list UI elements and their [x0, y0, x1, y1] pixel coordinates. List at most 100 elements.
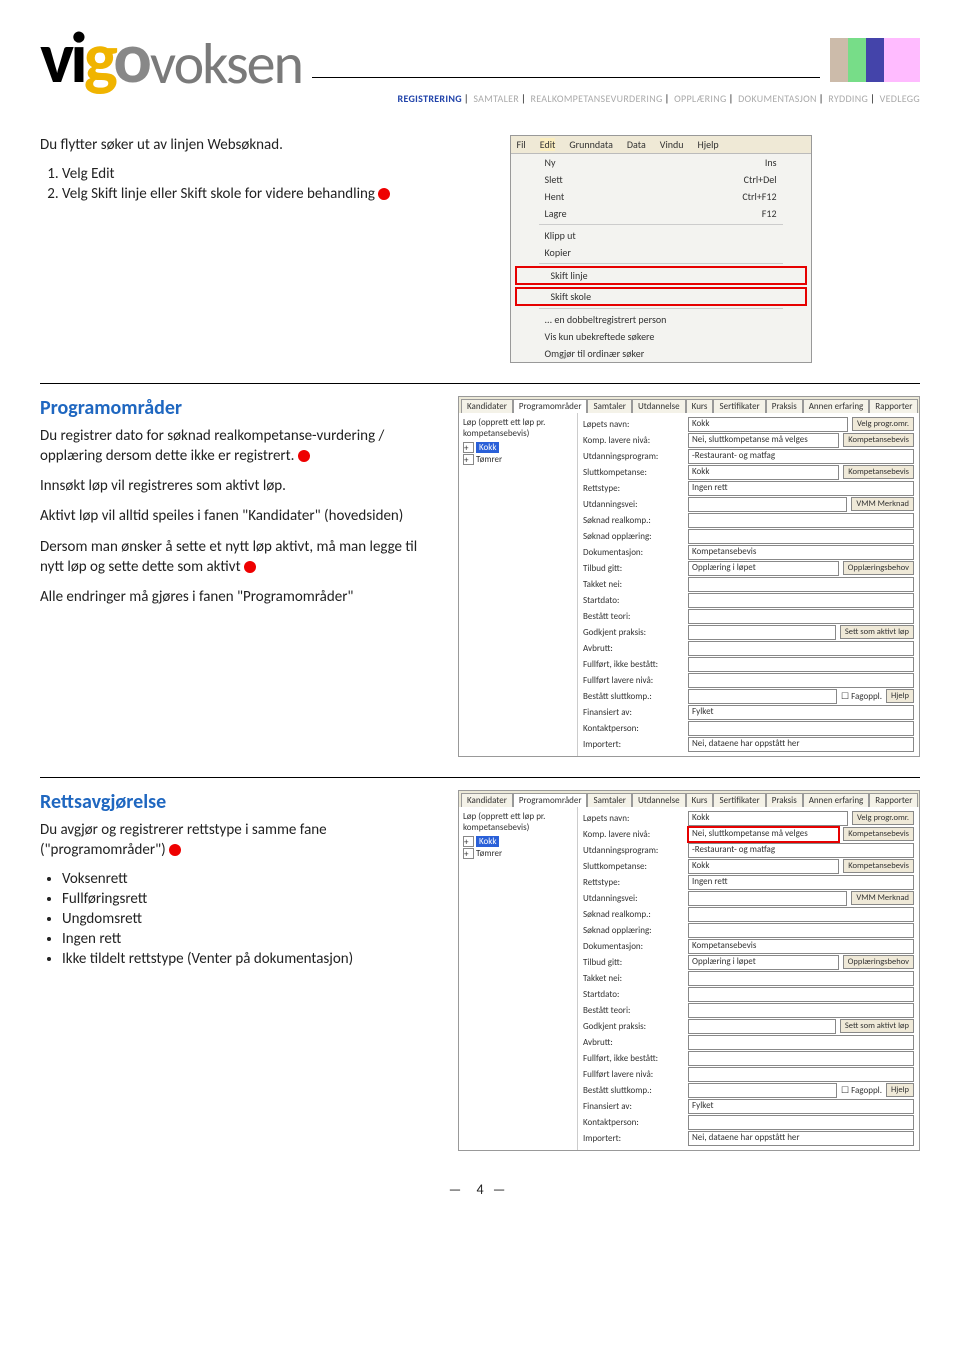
field-value[interactable]: Nei, dataene har oppstått her — [688, 737, 914, 752]
tab[interactable]: Samtaler — [587, 793, 631, 807]
field-value[interactable]: Kokk — [688, 811, 848, 826]
fagoppl-checkbox[interactable]: ☐ Fagoppl. — [841, 691, 882, 702]
tab[interactable]: Sertifikater — [713, 793, 765, 807]
side-button[interactable]: VMM Merknad — [851, 891, 914, 905]
tab[interactable]: Praksis — [766, 793, 803, 807]
side-button[interactable]: Kompetansebevis — [843, 827, 914, 841]
tab[interactable]: Utdannelse — [632, 793, 686, 807]
tree-item[interactable]: +Tømrer — [463, 848, 573, 859]
field-value[interactable] — [688, 907, 914, 922]
menu-row-highlighted[interactable]: Skift linje — [515, 266, 807, 285]
menu-row[interactable]: Omgjør til ordinær søker — [511, 345, 811, 362]
field-value[interactable] — [688, 891, 847, 906]
field-value[interactable] — [688, 577, 914, 592]
side-button[interactable]: Hjelp — [886, 1083, 914, 1097]
field-value[interactable] — [688, 673, 914, 688]
field-value[interactable]: -Restaurant- og matfag — [688, 449, 914, 464]
field-value[interactable]: Kokk — [688, 859, 839, 874]
field-value[interactable] — [688, 497, 847, 512]
form-row: Dokumentasjon:Kompetansebevis — [583, 939, 914, 954]
tab[interactable]: Programområder — [513, 399, 588, 413]
field-value[interactable] — [688, 641, 914, 656]
field-value[interactable]: Nei, sluttkompetanse må velges — [688, 827, 839, 842]
menu-item[interactable]: Fil — [517, 138, 526, 151]
menu-item[interactable]: Vindu — [660, 138, 684, 151]
menu-item[interactable]: Edit — [540, 138, 556, 151]
field-value[interactable]: Fylket — [688, 705, 914, 720]
field-value[interactable]: Nei, dataene har oppstått her — [688, 1131, 914, 1146]
tab[interactable]: Kandidater — [461, 399, 513, 413]
menu-row[interactable]: ... en dobbeltregistrert person — [511, 311, 811, 328]
field-value[interactable]: Ingen rett — [688, 875, 914, 890]
fagoppl-checkbox[interactable]: ☐ Fagoppl. — [841, 1085, 882, 1096]
side-button[interactable]: Velg progr.omr. — [852, 811, 914, 825]
tab[interactable]: Praksis — [766, 399, 803, 413]
logo-o: o — [113, 14, 148, 102]
tab[interactable]: Kurs — [686, 793, 714, 807]
menu-item[interactable]: Data — [627, 138, 646, 151]
side-button[interactable]: Opplæringsbehov — [843, 955, 914, 969]
side-button[interactable]: Opplæringsbehov — [843, 561, 914, 575]
tab[interactable]: Programområder — [513, 793, 588, 807]
tab[interactable]: Utdannelse — [632, 399, 686, 413]
side-button[interactable]: Kompetansebevis — [843, 465, 914, 479]
side-button[interactable]: Kompetansebevis — [843, 433, 914, 447]
field-value[interactable]: Fylket — [688, 1099, 914, 1114]
field-value[interactable] — [688, 923, 914, 938]
field-value[interactable]: Kompetansebevis — [688, 939, 914, 954]
field-value[interactable] — [688, 593, 914, 608]
field-value[interactable]: Kokk — [688, 417, 848, 432]
menu-item[interactable]: Hjelp — [698, 138, 719, 151]
field-value[interactable] — [688, 971, 914, 986]
field-value[interactable] — [688, 987, 914, 1002]
menu-row[interactable]: LagreF12 — [511, 205, 811, 222]
field-value[interactable] — [688, 689, 837, 704]
field-value[interactable] — [688, 513, 914, 528]
field-value[interactable]: Opplæring i løpet — [688, 561, 839, 576]
field-value[interactable]: Ingen rett — [688, 481, 914, 496]
menu-row[interactable]: SlettCtrl+Del — [511, 171, 811, 188]
field-label: Tilbud gitt: — [583, 563, 688, 574]
field-value[interactable] — [688, 1115, 914, 1130]
side-button[interactable]: Sett som aktivt løp — [840, 1019, 914, 1033]
side-button[interactable]: Velg progr.omr. — [852, 417, 914, 431]
menu-row-highlighted[interactable]: Skift skole — [515, 287, 807, 306]
menu-row[interactable]: Kopier — [511, 244, 811, 261]
tab[interactable]: Annen erfaring — [803, 793, 870, 807]
field-value[interactable]: Kompetansebevis — [688, 545, 914, 560]
field-value[interactable]: -Restaurant- og matfag — [688, 843, 914, 858]
menu-item[interactable]: Grunndata — [569, 138, 613, 151]
tab[interactable]: Samtaler — [587, 399, 631, 413]
field-value[interactable]: Nei, sluttkompetanse må velges — [688, 433, 839, 448]
field-value[interactable] — [688, 1035, 914, 1050]
field-value[interactable]: Opplæring i løpet — [688, 955, 839, 970]
tab[interactable]: Sertifikater — [713, 399, 765, 413]
tab[interactable]: Rapporter — [869, 793, 918, 807]
field-value[interactable]: Kokk — [688, 465, 839, 480]
tab[interactable]: Kurs — [686, 399, 714, 413]
tab[interactable]: Annen erfaring — [803, 399, 870, 413]
field-value[interactable] — [688, 1003, 914, 1018]
tab[interactable]: Rapporter — [869, 399, 918, 413]
tree-item[interactable]: +Tømrer — [463, 454, 573, 465]
side-button[interactable]: VMM Merknad — [851, 497, 914, 511]
field-value[interactable] — [688, 657, 914, 672]
field-value[interactable] — [688, 529, 914, 544]
menu-row[interactable]: HentCtrl+F12 — [511, 188, 811, 205]
side-button[interactable]: Kompetansebevis — [843, 859, 914, 873]
field-value[interactable] — [688, 1019, 836, 1034]
field-value[interactable] — [688, 609, 914, 624]
side-button[interactable]: Sett som aktivt løp — [840, 625, 914, 639]
field-value[interactable] — [688, 1067, 914, 1082]
menu-row[interactable]: Klipp ut — [511, 227, 811, 244]
tree-item[interactable]: +Kokk — [463, 836, 573, 847]
side-button[interactable]: Hjelp — [886, 689, 914, 703]
field-value[interactable] — [688, 1051, 914, 1066]
tree-item[interactable]: +Kokk — [463, 442, 573, 453]
tab[interactable]: Kandidater — [461, 793, 513, 807]
menu-row[interactable]: Vis kun ubekreftede søkere — [511, 328, 811, 345]
field-value[interactable] — [688, 625, 836, 640]
menu-row[interactable]: NyIns — [511, 154, 811, 171]
field-value[interactable] — [688, 721, 914, 736]
field-value[interactable] — [688, 1083, 837, 1098]
